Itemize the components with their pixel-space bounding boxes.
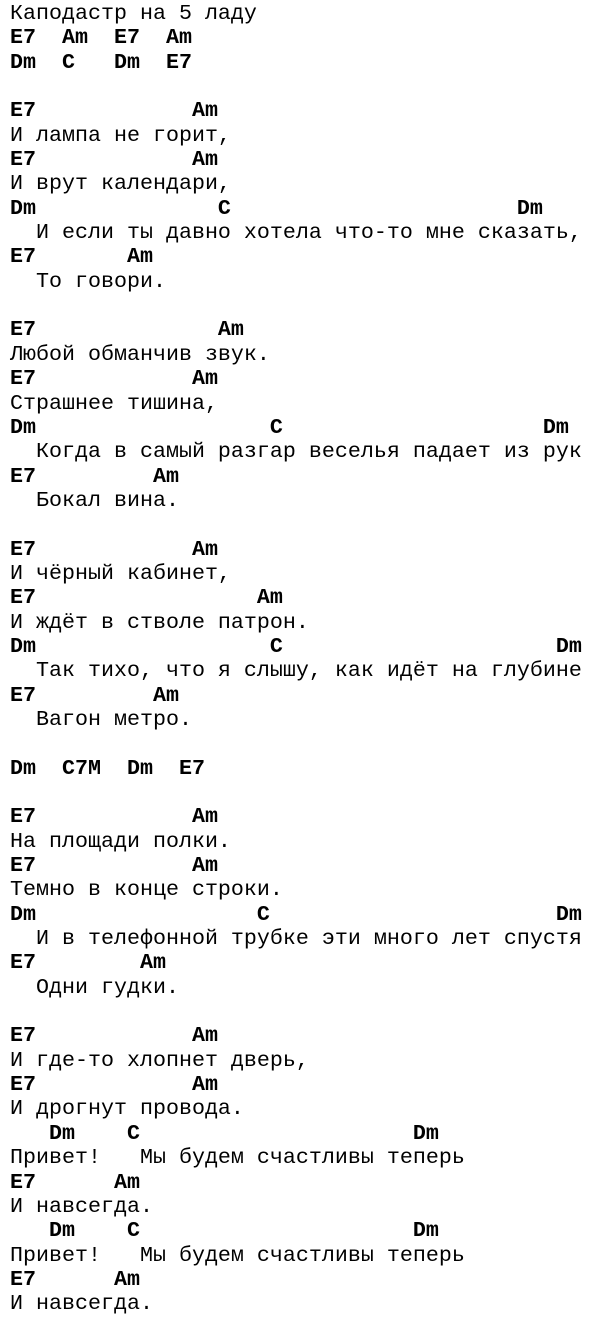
chord-line: E7 Am [10,536,218,562]
lyric-line: И врут календари, [10,171,231,197]
chord-line: Dm C Dm [10,1218,439,1244]
chord-line: Dm C7M Dm E7 [10,755,205,781]
capo-note: Каподастр на 5 ладу [10,1,257,26]
chord-line: Dm C Dm [10,1120,439,1146]
chord-line: Dm C Dm [10,195,543,221]
chord-line: E7 Am [10,366,218,392]
chord-line: E7 Am [10,1266,140,1292]
chord-sheet: Каподастр на 5 ладу E7 Am E7 Am Dm C Dm … [10,1,582,1317]
chord-line: Dm C Dm [10,414,569,440]
chord-line: E7 Am [10,1072,218,1098]
chord-line: E7 Am [10,98,218,124]
lyric-line: Так тихо, что я слышу, как идёт на глуби… [10,658,582,684]
chord-line: Dm C Dm [10,901,582,927]
lyric-line: И навсегда. [10,1193,153,1219]
lyric-line: И если ты давно хотела что-то мне сказат… [10,220,582,246]
lyric-line: И лампа не горит, [10,122,231,148]
chord-line: E7 Am [10,1023,218,1049]
lyric-line: Темно в конце строки. [10,877,283,903]
chord-line: E7 Am [10,804,218,830]
lyric-line: Вагон метро. [10,706,192,732]
lyric-line: Привет! Мы будем счастливы теперь [10,1145,465,1171]
chord-line: E7 Am [10,950,166,976]
lyric-line: И ждёт в стволе патрон. [10,609,309,635]
chord-line: E7 Am E7 Am [10,25,192,51]
chord-line: E7 Am [10,147,218,173]
chord-line: E7 Am [10,682,179,708]
lyric-line: Привет! Мы будем счастливы теперь [10,1242,465,1268]
lyric-line: Когда в самый разгар веселья падает из р… [10,439,582,465]
lyric-line: И навсегда. [10,1291,153,1317]
lyric-line: И в телефонной трубке эти много лет спус… [10,926,582,952]
lyric-line: И дрогнут провода. [10,1096,244,1122]
lyric-line: Страшнее тишина, [10,390,218,416]
chord-line: E7 Am [10,244,153,270]
chord-line: E7 Am [10,463,179,489]
lyric-line: Одни гудки. [10,974,179,1000]
chord-line: E7 Am [10,585,283,611]
lyric-line: То говори. [10,268,166,294]
chord-line: E7 Am [10,1169,140,1195]
lyric-line: На площади полки. [10,828,231,854]
chord-line: Dm C Dm E7 [10,49,192,75]
lyric-line: Бокал вина. [10,487,179,513]
lyric-line: Любой обманчив звук. [10,341,270,367]
chord-line: Dm C Dm [10,633,582,659]
chord-line: E7 Am [10,853,218,879]
lyric-line: И где-то хлопнет дверь, [10,1047,309,1073]
chord-line: E7 Am [10,317,244,343]
lyric-line: И чёрный кабинет, [10,560,231,586]
